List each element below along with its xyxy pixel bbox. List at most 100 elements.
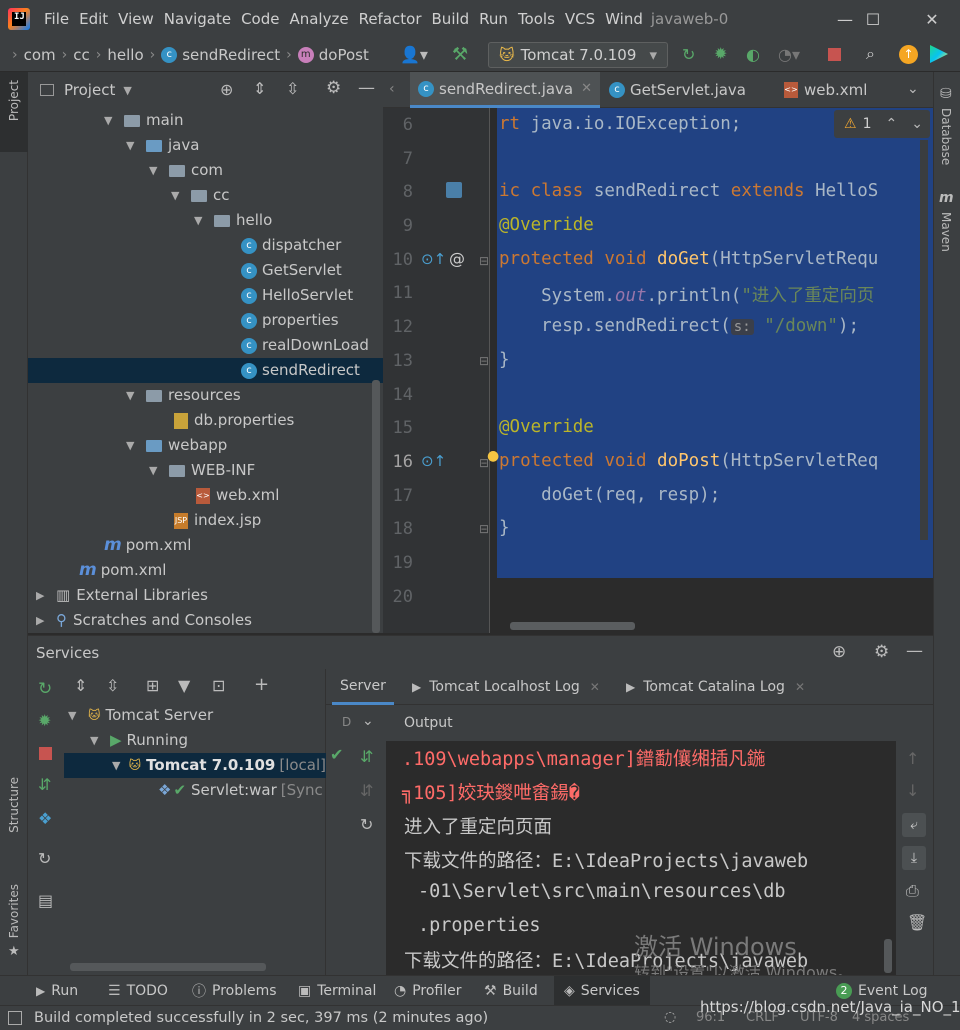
gear-icon[interactable]: ⚙ — [874, 642, 889, 662]
arrow-down-icon[interactable]: ↓ — [906, 781, 919, 800]
toggle-tool-windows-icon[interactable] — [8, 1011, 22, 1025]
deploy-icon[interactable]: ⇵ — [38, 775, 51, 794]
tool-tab-run[interactable]: ▶ Run — [36, 976, 78, 1006]
tree-item-web-inf[interactable]: ▼ WEB-INF — [149, 458, 255, 483]
tree-item-dispatcher[interactable]: c dispatcher — [241, 233, 341, 258]
hide-panel-icon[interactable]: — — [906, 641, 923, 661]
tree-item-web-xml[interactable]: <> web.xml — [196, 483, 279, 508]
tree-item-helloservlet[interactable]: c HelloServlet — [241, 283, 353, 308]
menu-file[interactable]: File — [44, 10, 69, 28]
toolbox-icon[interactable] — [930, 45, 948, 63]
tree-item-sendredirect[interactable]: c sendRedirect — [28, 358, 383, 383]
chevron-down-icon[interactable]: ▼ — [123, 84, 131, 97]
maximize-button[interactable]: ☐ — [848, 0, 898, 38]
collapse-all-icon[interactable]: ⇳ — [286, 79, 299, 98]
tree-item-com[interactable]: ▼ com — [149, 158, 223, 183]
trash-icon[interactable]: 🗑 — [907, 913, 927, 932]
debug-icon[interactable]: ✹ — [38, 711, 51, 730]
group-icon[interactable]: ⊞ — [146, 676, 159, 695]
overrides-method-icon[interactable]: ⊙↑ — [421, 452, 446, 470]
tool-tab-todo[interactable]: ☰ TODO — [108, 976, 168, 1006]
deploy-icon[interactable]: ⇵ — [360, 747, 373, 766]
tab-web-xml[interactable]: <> web.xml — [776, 72, 875, 108]
filter-icon[interactable]: ▼ — [178, 676, 190, 695]
arrow-up-icon[interactable]: ↑ — [906, 749, 919, 768]
breadcrumb-cc[interactable]: cc — [73, 46, 90, 64]
scroll-to-end-icon[interactable]: ⤓ — [902, 846, 926, 870]
stop-icon[interactable] — [828, 48, 841, 61]
coverage-icon[interactable]: ◐ — [746, 45, 760, 64]
fold-icon[interactable]: ⊟ — [479, 354, 489, 368]
chevron-down-icon[interactable]: ⌄ — [911, 116, 923, 132]
expand-all-icon[interactable]: ⇕ — [253, 79, 266, 98]
menu-navigate[interactable]: Navigate — [164, 10, 231, 28]
locate-icon[interactable]: ⊕ — [832, 642, 846, 662]
menu-tools[interactable]: Tools — [518, 10, 555, 28]
locate-icon[interactable]: ⊕ — [220, 80, 233, 99]
service-tomcat-instance[interactable]: ▼ 🐱 Tomcat 7.0.109 [local] — [64, 753, 326, 778]
editor-horizontal-scrollbar[interactable] — [510, 622, 635, 630]
deployment-dropdown-label[interactable]: D — [342, 715, 351, 729]
output-console[interactable]: .109\webapps\manager]鐠勫儴缃插凡鍦 ╗105]姣玦鍐呭畬鍚… — [386, 741, 896, 975]
menu-vcs[interactable]: VCS — [565, 10, 595, 28]
collapse-all-icon[interactable]: ⇳ — [106, 676, 119, 695]
structure-tool-label[interactable]: Structure — [7, 777, 21, 833]
project-tree-scrollbar[interactable] — [372, 380, 380, 633]
tree-item-realdownload[interactable]: c realDownLoad — [241, 333, 369, 358]
tree-item-db-properties[interactable]: db.properties — [174, 408, 294, 433]
service-running[interactable]: ▼ ▶ Running — [90, 728, 188, 753]
tree-item-scratches[interactable]: ▶ ⚲ Scratches and Consoles — [36, 608, 252, 633]
profile-icon[interactable]: ◔▾ — [778, 45, 800, 64]
overrides-method-icon[interactable]: ⊙↑ — [421, 250, 446, 268]
status-message[interactable]: Build completed successfully in 2 sec, 3… — [34, 1010, 488, 1026]
menu-window[interactable]: Wind — [605, 10, 643, 28]
fold-icon[interactable]: ⊟ — [479, 522, 489, 536]
menu-edit[interactable]: Edit — [79, 10, 108, 28]
tree-item-properties[interactable]: c properties — [241, 308, 339, 333]
chevron-left-icon[interactable]: ‹ — [389, 81, 395, 97]
editor-vertical-scrollbar[interactable] — [920, 140, 928, 540]
tree-item-getservlet[interactable]: c GetServlet — [241, 258, 342, 283]
menu-view[interactable]: View — [118, 10, 154, 28]
close-icon[interactable]: ✕ — [590, 680, 600, 694]
services-tree-scrollbar[interactable] — [70, 963, 266, 971]
refresh-icon[interactable]: ↻ — [360, 815, 373, 834]
tree-item-resources[interactable]: ▼ resources — [126, 383, 241, 408]
soft-wrap-icon[interactable]: ⤶ — [902, 813, 926, 837]
artifact-icon[interactable]: ❖ — [38, 809, 52, 828]
tab-getservlet-java[interactable]: c GetServlet.java — [601, 72, 754, 108]
chevron-down-icon[interactable]: ⌄ — [362, 713, 374, 729]
breadcrumb-hello[interactable]: hello — [107, 46, 143, 64]
breadcrumb-dopost[interactable]: doPost — [319, 46, 369, 64]
gear-icon[interactable]: ⚙ — [326, 78, 341, 98]
menu-build[interactable]: Build — [432, 10, 470, 28]
output-scrollbar[interactable] — [884, 939, 892, 973]
layout-icon[interactable]: ▤ — [38, 891, 53, 910]
tool-tab-terminal[interactable]: ▣ Terminal — [298, 976, 376, 1006]
chevron-up-icon[interactable]: ⌃ — [885, 116, 897, 132]
breadcrumb-sendredirect[interactable]: sendRedirect — [182, 46, 280, 64]
inspection-widget[interactable]: ⚠ 1 ⌃ ⌄ — [834, 110, 930, 138]
tree-item-pom-xml-root[interactable]: m pom.xml — [79, 558, 166, 583]
tree-item-pom-xml[interactable]: m pom.xml — [104, 533, 191, 558]
maven-tool-label[interactable]: Maven — [939, 212, 953, 252]
tree-item-cc[interactable]: ▼ cc — [171, 183, 230, 208]
tab-tomcat-localhost-log[interactable]: ▶ Tomcat Localhost Log ✕ — [404, 669, 608, 705]
service-servlet-war[interactable]: ❖ ✔ Servlet:war [Sync — [158, 778, 323, 803]
tree-item-webapp[interactable]: ▼ webapp — [126, 433, 227, 458]
undeploy-icon[interactable]: ⇵ — [360, 781, 373, 800]
run-configuration-dropdown[interactable]: 🐱 Tomcat 7.0.109 ▾ — [488, 42, 668, 68]
add-icon[interactable]: + — [254, 674, 269, 695]
menu-code[interactable]: Code — [241, 10, 279, 28]
project-panel-title[interactable]: Project — [64, 81, 115, 99]
debug-icon[interactable]: ✹ — [714, 44, 727, 63]
rerun-icon[interactable]: ↻ — [38, 679, 52, 699]
service-tomcat-server[interactable]: ▼ 🐱 Tomcat Server — [68, 703, 213, 728]
close-icon[interactable]: ✕ — [581, 81, 592, 96]
menu-run[interactable]: Run — [479, 10, 508, 28]
tab-tomcat-catalina-log[interactable]: ▶ Tomcat Catalina Log ✕ — [618, 669, 813, 705]
close-window-button[interactable]: ✕ — [907, 0, 957, 38]
tab-server[interactable]: Server — [332, 669, 394, 705]
database-tool-label[interactable]: Database — [939, 108, 953, 165]
tree-item-hello[interactable]: ▼ hello — [194, 208, 272, 233]
